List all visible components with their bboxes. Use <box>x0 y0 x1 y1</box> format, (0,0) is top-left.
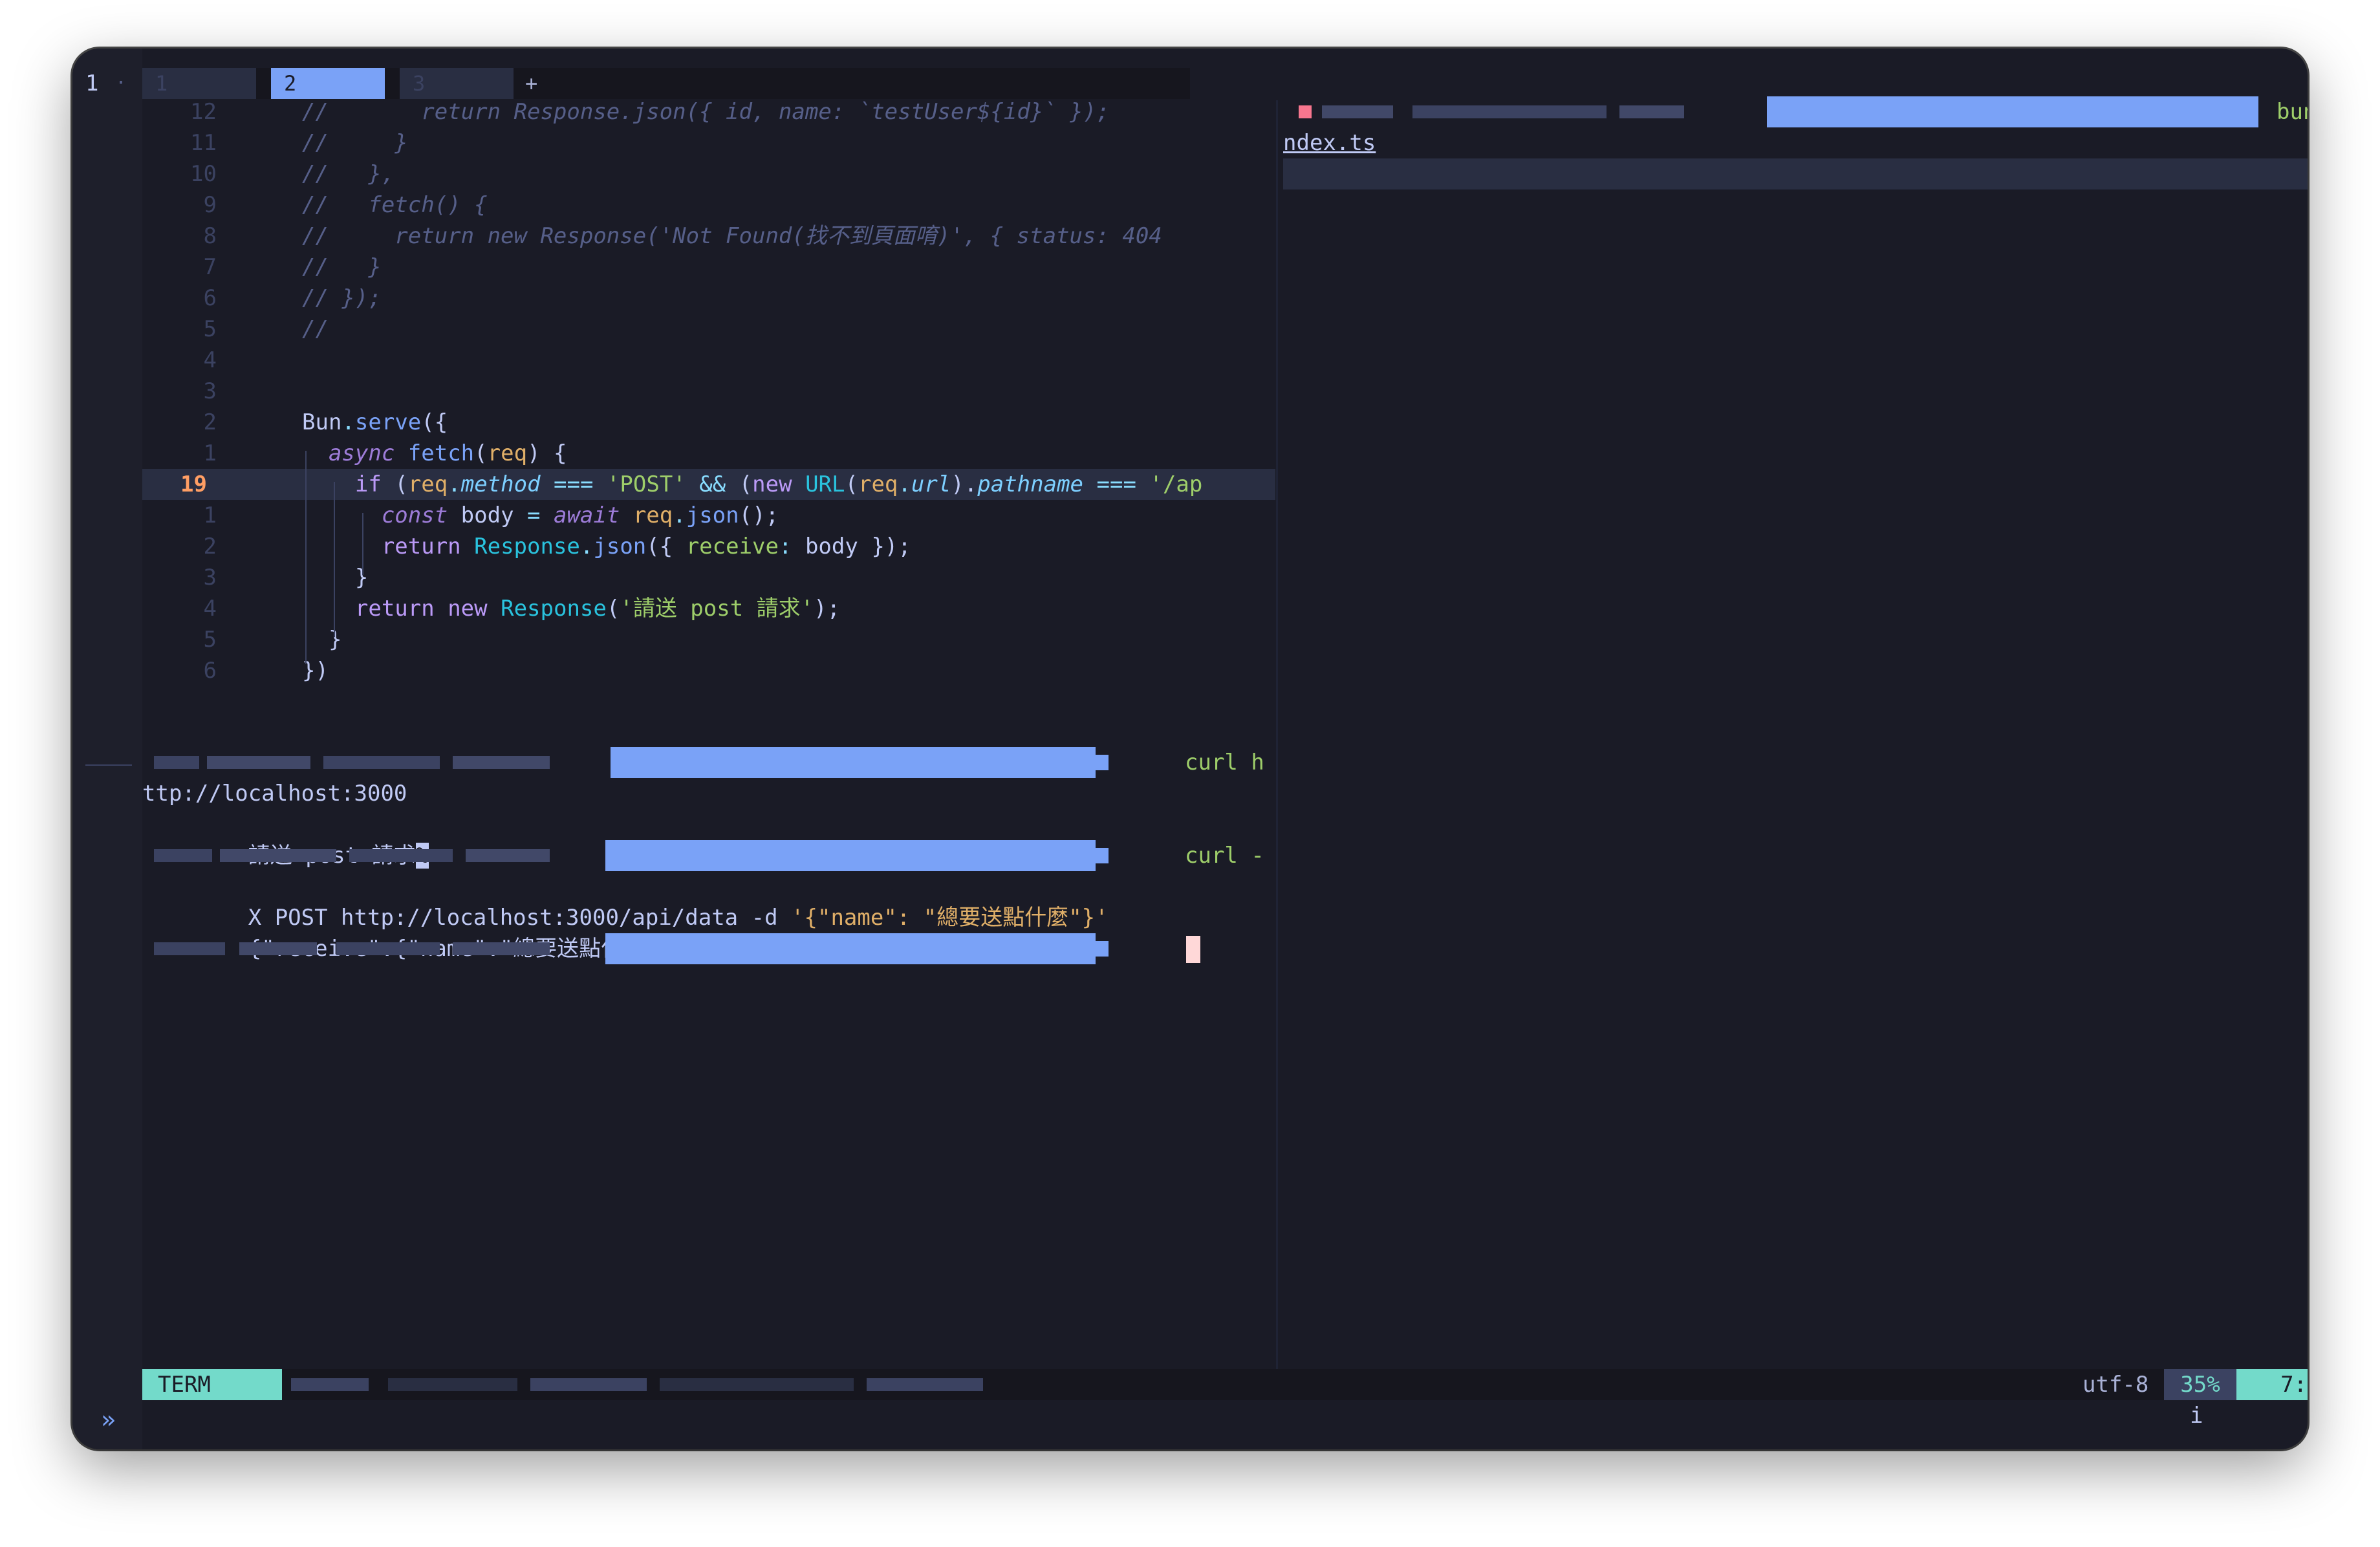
prompt-segment: curl - <box>142 840 1275 871</box>
indent-guide <box>305 451 307 664</box>
right-terminal-command-continuation: ndex.ts <box>1283 130 1376 156</box>
terminal-command: curl - <box>1185 843 1264 869</box>
tab-3-label: 3 <box>413 71 426 96</box>
tab-bar: 1 2 3 + <box>142 68 1190 99</box>
terminal-output: 請送 post 請求% <box>142 809 429 869</box>
line-number: 5 <box>203 316 217 342</box>
scroll-percent-badge: 35% <box>2164 1369 2236 1400</box>
code-line: return new Response('請送 post 請求'); <box>354 596 841 622</box>
line-number: 6 <box>203 285 217 311</box>
chevron-icon: » <box>101 1405 116 1434</box>
tab-3[interactable]: 3 <box>400 68 514 99</box>
prompt-segment <box>142 933 1275 964</box>
new-tab-button[interactable]: + <box>525 68 551 99</box>
line-number: 11 <box>190 130 217 156</box>
right-pane-cursorline <box>1283 158 2308 189</box>
mode-label: TERM <box>158 1372 211 1398</box>
prompt-segment: bun i <box>1283 96 2308 127</box>
terminal-command-json: '{"name": "總要送點什麼"}' <box>791 905 1109 931</box>
code-line: // return Response.json({ id, name: `tes… <box>302 99 1110 125</box>
indent-guide <box>334 482 335 637</box>
line-number: 3 <box>203 378 217 404</box>
line-number: 12 <box>190 99 217 125</box>
code-line: // return new Response('Not Found(找不到頁面唷… <box>302 223 1162 249</box>
terminal-output: {"receive":{"name":"總要送點什麼"}}% <box>142 902 698 962</box>
line-number: 8 <box>203 223 217 249</box>
session-separator: · <box>115 72 127 94</box>
tab-1[interactable]: 1 <box>142 68 256 99</box>
prompt-segment: curl h <box>142 747 1275 778</box>
terminal-pane[interactable]: curl h ttp://localhost:3000 請送 post 請求% … <box>142 747 1275 1394</box>
code-line: // <box>302 316 329 342</box>
tab-2-label: 2 <box>284 71 297 96</box>
tab-1-label: 1 <box>155 71 168 96</box>
cursor-position-badge: 7:69 <box>2236 1369 2308 1400</box>
code-line: // fetch() { <box>302 192 488 218</box>
cursor-position: 7:69 <box>2280 1372 2308 1398</box>
editor-area: 1 2 3 + 12 // return Response.json({ id,… <box>142 49 2308 1449</box>
code-line: // }, <box>302 161 395 187</box>
tmux-left-gutter: 1 · » <box>72 49 142 1449</box>
terminal-command-continuation: ttp://localhost:3000 <box>142 781 407 806</box>
right-terminal-command: bun i <box>2277 99 2308 125</box>
code-line-current: if (req.method === 'POST' && (new URL(re… <box>354 471 1203 497</box>
code-line: // } <box>302 130 408 156</box>
vertical-split[interactable] <box>1276 100 1278 1400</box>
encoding-label: utf-8 <box>2082 1372 2149 1398</box>
code-line: return Response.json({ receive: body }); <box>381 534 911 559</box>
indent-guide <box>362 513 363 575</box>
line-number: 2 <box>203 409 217 435</box>
mode-badge: TERM <box>142 1369 282 1400</box>
session-number: 1 <box>85 70 99 96</box>
code-line: } <box>354 565 369 590</box>
statusline: TERM utf-8 35% 7:69 <box>142 1369 2308 1400</box>
right-terminal-pane[interactable]: bun i ndex.ts <box>1283 96 2308 1396</box>
terminal-cursor <box>1186 936 1200 963</box>
code-line: // } <box>302 254 382 280</box>
code-line: const body = await req.json(); <box>381 503 779 528</box>
code-line: // }); <box>302 285 382 311</box>
current-line-number: 19 <box>180 471 207 497</box>
line-number: 7 <box>203 254 217 280</box>
terminal-command-continuation: X POST http://localhost:3000/api/data -d… <box>142 871 1109 931</box>
code-line: Bun.serve({ <box>302 409 448 435</box>
line-number: 4 <box>203 596 217 622</box>
tab-2[interactable]: 2 <box>271 68 385 99</box>
line-number: 2 <box>203 534 217 559</box>
scroll-percent: 35% <box>2180 1372 2220 1398</box>
line-number: 1 <box>203 503 217 528</box>
code-line: async fetch(req) { <box>328 440 567 466</box>
code-line: } <box>328 627 342 653</box>
line-number: 1 <box>203 440 217 466</box>
terminal-window: 1 · » 1 2 3 + 12 // return Response.json… <box>72 49 2308 1449</box>
line-number: 4 <box>203 347 217 373</box>
cmdline-mode: i <box>2190 1403 2203 1429</box>
code-buffer: 12 // return Response.json({ id, name: `… <box>142 96 1281 763</box>
line-number: 3 <box>203 565 217 590</box>
line-number: 6 <box>203 658 217 684</box>
line-number: 9 <box>203 192 217 218</box>
terminal-command: curl h <box>1185 750 1264 775</box>
line-number: 5 <box>203 627 217 653</box>
line-number: 10 <box>190 161 217 187</box>
gutter-divider <box>85 764 132 766</box>
